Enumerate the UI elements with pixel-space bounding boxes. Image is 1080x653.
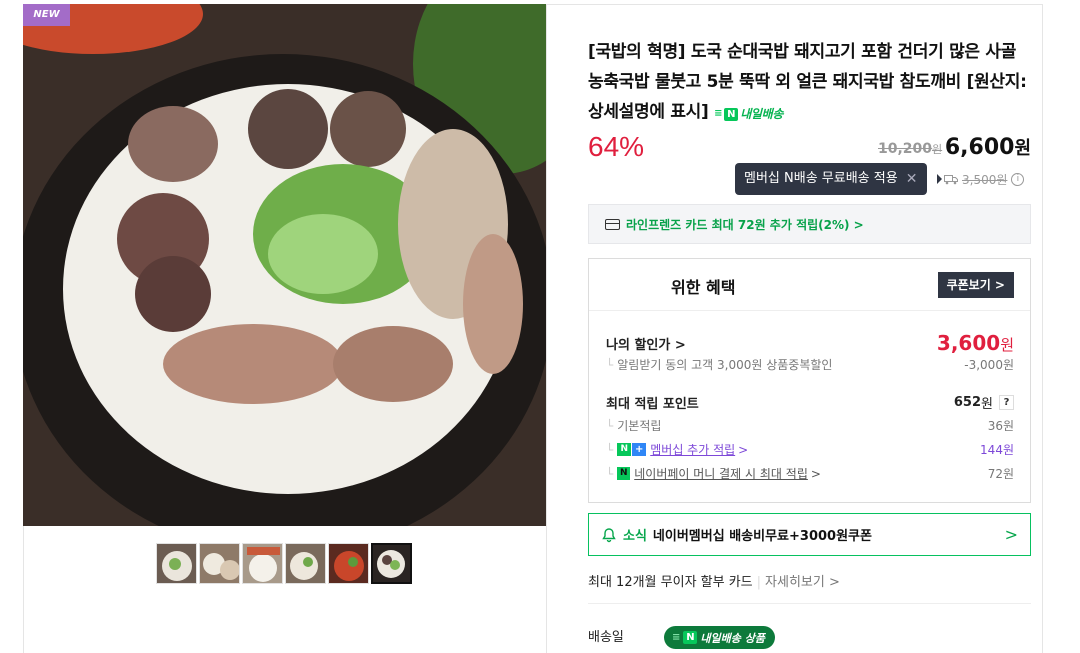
- thumbnail[interactable]: [199, 543, 240, 584]
- thumbnail-image: [329, 544, 368, 583]
- plus-badge-icon: +: [632, 443, 647, 456]
- thumbnail[interactable]: [285, 543, 326, 584]
- basic-points-text: 기본적립: [617, 419, 662, 433]
- membership-points-value: 144원: [980, 443, 1014, 457]
- credit-card-icon: [605, 218, 620, 230]
- product-title: [국밥의 혁명] 도국 순대국밥 돼지고기 포함 건더기 많은 사골 농축국밥 …: [588, 37, 1033, 129]
- membership-points-label: └ N + 멤버십 추가 적립 >: [606, 441, 748, 458]
- divider-line: [588, 603, 1031, 604]
- my-price-value: 3,600: [936, 331, 1001, 355]
- tree-branch: └: [606, 419, 614, 433]
- max-points-unit: 원: [981, 397, 993, 412]
- gukbap-photo: [23, 4, 546, 526]
- product-title-text: [국밥의 혁명] 도국 순대국밥 돼지고기 포함 건더기 많은 사골 농축국밥 …: [588, 42, 1027, 122]
- tree-branch: └: [606, 466, 614, 481]
- npay-points-arrow: >: [810, 466, 821, 481]
- basic-points-label: └ 기본적립: [606, 417, 661, 434]
- alarm-discount-value: -3,000원: [964, 358, 1014, 372]
- tooltip-arrow: [937, 174, 942, 184]
- benefit-title: 위한 혜택: [671, 278, 736, 297]
- thumbnail-strip: [156, 543, 412, 584]
- max-points: 652 원?: [954, 393, 1014, 412]
- basic-points-row: └ 기본적립 36원: [606, 417, 1014, 434]
- sale-price-unit: 원: [1014, 138, 1031, 159]
- tooltip-text: 멤버십 N배송 무료배송 적용: [744, 171, 898, 186]
- truck-icon: [944, 175, 958, 185]
- membership-tooltip: 멤버십 N배송 무료배송 적용 ✕: [735, 163, 928, 195]
- installment-more-link[interactable]: 자세히보기 >: [765, 575, 840, 590]
- speed-lines-icon: ≡: [714, 108, 723, 119]
- npay-points-label: └ N 네이버페이 머니 결제 시 최대 적립 >: [606, 465, 821, 482]
- speed-lines-icon: ≡: [672, 632, 681, 643]
- installment-text: 최대 12개월 무이자 할부 카드: [588, 575, 753, 590]
- alarm-discount-label: └ 알림받기 동의 고객 3,000원 상품중복할인: [606, 356, 832, 373]
- card-banner-text: 라인프렌즈 카드 최대 72원 추가 적립(2%) >: [626, 217, 864, 232]
- news-text: 네이버멤버십 배송비무료+3000원쿠폰: [652, 529, 872, 544]
- my-price: 3,600원: [937, 331, 1014, 355]
- discount-rate: 64%: [588, 131, 645, 162]
- my-price-row: 나의 할인가 > 3,600원: [606, 331, 1014, 355]
- thumbnail-selected[interactable]: [371, 543, 412, 584]
- original-price-value: 10,200: [878, 141, 933, 157]
- main-product-photo[interactable]: NEW: [23, 4, 546, 526]
- my-price-unit: 원: [1000, 336, 1014, 354]
- chevron-right-icon: >: [1004, 525, 1018, 544]
- npay-points-value: 72원: [987, 467, 1014, 481]
- shipping-fee: 3,500원 i: [944, 171, 1025, 188]
- shipping-date-label: 배송일: [588, 630, 624, 645]
- npay-points-row: └ N 네이버페이 머니 결제 시 최대 적립 > 72원: [606, 465, 1014, 482]
- benefit-header: 위한 혜택 쿠폰보기 >: [589, 259, 1030, 311]
- thumbnail[interactable]: [328, 543, 369, 584]
- installment-info: 최대 12개월 무이자 할부 카드 | 자세히보기 >: [588, 571, 840, 590]
- npay-icon: N: [617, 467, 631, 480]
- npay-points-link[interactable]: 네이버페이 머니 결제 시 최대 적립: [634, 465, 808, 482]
- tree-branch: └: [606, 358, 614, 372]
- help-icon[interactable]: ?: [999, 395, 1014, 410]
- product-gallery: NEW: [23, 4, 547, 653]
- original-price-unit: 원: [932, 143, 943, 156]
- card-points-banner[interactable]: 라인프렌즈 카드 최대 72원 추가 적립(2%) >: [588, 204, 1031, 244]
- sale-price-value: 6,600: [944, 135, 1015, 160]
- original-price: 10,200원: [878, 141, 942, 157]
- membership-points-row: └ N + 멤버십 추가 적립 > 144원: [606, 441, 1014, 458]
- thumbnail-image: [243, 544, 282, 583]
- sale-price: 6,600원: [945, 134, 1031, 160]
- thumbnail-image: [157, 544, 196, 583]
- thumbnail[interactable]: [242, 543, 283, 584]
- tomorrow-delivery-tag: ≡ N 내일배송: [714, 99, 783, 129]
- max-points-label: 최대 적립 포인트: [606, 397, 699, 412]
- shipping-fee-amount: 3,500원: [962, 173, 1008, 187]
- membership-points-link[interactable]: 멤버십 추가 적립: [650, 441, 735, 458]
- max-points-row: 최대 적립 포인트 652 원?: [606, 393, 1014, 412]
- info-icon[interactable]: i: [1011, 173, 1025, 186]
- alarm-discount-row: └ 알림받기 동의 고객 3,000원 상품중복할인 -3,000원: [606, 356, 1014, 373]
- thumbnail-image: [286, 544, 325, 583]
- news-tag: 소식: [623, 529, 647, 544]
- new-badge: NEW: [23, 4, 70, 26]
- naver-n-icon: N: [683, 631, 698, 644]
- coupon-view-button[interactable]: 쿠폰보기 >: [937, 272, 1014, 298]
- naver-n-icon: N: [724, 107, 739, 121]
- alarm-discount-text: 알림받기 동의 고객 3,000원 상품중복할인: [617, 358, 833, 372]
- naver-n-badge-icon: N: [617, 443, 632, 456]
- thumbnail-image: [200, 544, 239, 583]
- my-price-label[interactable]: 나의 할인가 >: [606, 334, 686, 353]
- tomorrow-delivery-pill-label: 내일배송 상품: [700, 631, 765, 645]
- basic-points-value: 36원: [987, 419, 1014, 433]
- tooltip-close-icon[interactable]: ✕: [906, 163, 918, 195]
- delivery-tag-label: 내일배송: [740, 107, 784, 121]
- benefit-box: 위한 혜택 쿠폰보기 > 나의 할인가 > 3,600원 └ 알림받기 동의 고객…: [588, 258, 1031, 503]
- max-points-value: 652: [953, 395, 982, 410]
- tree-branch: └: [606, 442, 614, 457]
- bell-icon: [602, 527, 616, 542]
- tomorrow-delivery-pill: ≡ N 내일배송 상품: [664, 626, 775, 649]
- thumbnail[interactable]: [156, 543, 197, 584]
- news-banner[interactable]: 소식 네이버멤버십 배송비무료+3000원쿠폰 >: [588, 513, 1031, 556]
- thumbnail-image: [373, 545, 410, 582]
- membership-points-arrow: >: [738, 442, 749, 457]
- divider: |: [756, 575, 762, 590]
